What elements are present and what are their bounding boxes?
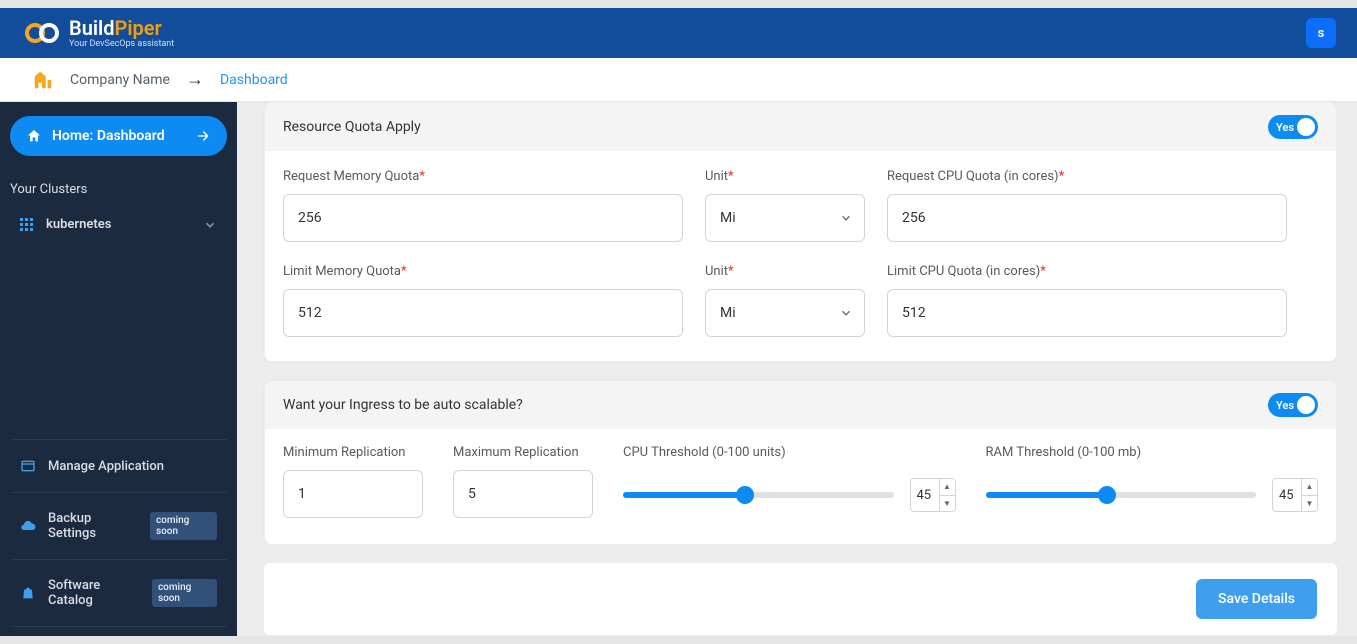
- request-memory-unit-label: Unit*: [705, 169, 865, 184]
- application-icon: [20, 458, 36, 474]
- sidebar-item-label: Backup Settings: [48, 511, 138, 541]
- request-memory-unit-select[interactable]: Mi: [705, 194, 865, 242]
- limit-memory-unit-label: Unit*: [705, 264, 865, 279]
- request-memory-label: Request Memory Quota*: [283, 169, 683, 184]
- main-content: Resource Quota Apply Yes Request Memory …: [237, 102, 1357, 636]
- sidebar-section-label: Your Clusters: [10, 182, 227, 197]
- toggle-label: Yes: [1276, 399, 1294, 412]
- catalog-bag-icon: [20, 585, 36, 601]
- sidebar: Home: Dashboard Your Clusters kubernetes…: [0, 102, 237, 636]
- max-replication-input[interactable]: [453, 470, 593, 518]
- auto-scalable-card: Want your Ingress to be auto scalable? Y…: [264, 380, 1337, 545]
- card-title: Resource Quota Apply: [283, 119, 421, 135]
- breadcrumb-bar: Company Name → Dashboard: [0, 58, 1357, 102]
- card-title: Want your Ingress to be auto scalable?: [283, 397, 523, 413]
- min-replication-label: Minimum Replication: [283, 445, 423, 460]
- cpu-threshold-label: CPU Threshold (0-100 units): [623, 445, 956, 460]
- sidebar-item-backup-settings[interactable]: Backup Settings coming soon: [10, 492, 227, 559]
- sidebar-cluster-item[interactable]: kubernetes: [10, 211, 227, 238]
- request-memory-input[interactable]: [283, 194, 683, 242]
- min-replication-input[interactable]: [283, 470, 423, 518]
- save-details-button[interactable]: Save Details: [1196, 579, 1317, 619]
- spinner-up-button[interactable]: ▲: [939, 479, 955, 496]
- chevron-down-icon: [203, 218, 217, 232]
- sidebar-item-software-catalog[interactable]: Software Catalog coming soon: [10, 559, 227, 626]
- limit-memory-label: Limit Memory Quota*: [283, 264, 683, 279]
- sidebar-item-label: Software Catalog: [48, 578, 140, 608]
- ram-threshold-slider[interactable]: [986, 492, 1257, 498]
- breadcrumb-company: Company Name: [70, 72, 170, 88]
- coming-soon-badge: coming soon: [150, 512, 217, 540]
- resource-quota-toggle[interactable]: Yes: [1268, 115, 1318, 139]
- limit-memory-input[interactable]: [283, 289, 683, 337]
- toggle-knob-icon: [1297, 118, 1315, 136]
- home-dashboard-button[interactable]: Home: Dashboard: [10, 116, 227, 156]
- cluster-name: kubernetes: [46, 217, 111, 232]
- spinner-down-button[interactable]: ▼: [939, 496, 955, 512]
- brand-tagline: Your DevSecOps assistant: [69, 40, 174, 49]
- form-footer: Save Details: [264, 563, 1337, 635]
- limit-cpu-label: Limit CPU Quota (in cores)*: [887, 264, 1287, 279]
- slider-thumb-icon: [1098, 486, 1116, 504]
- breadcrumb-page-link[interactable]: Dashboard: [220, 72, 288, 88]
- top-bar: BuildPiper Your DevSecOps assistant s: [0, 8, 1357, 58]
- max-replication-label: Maximum Replication: [453, 445, 593, 460]
- spinner-up-button[interactable]: ▲: [1301, 479, 1317, 496]
- brand-name-a: Build: [69, 16, 115, 40]
- sidebar-item-manage-application[interactable]: Manage Application: [10, 439, 227, 492]
- brand-logo[interactable]: BuildPiper Your DevSecOps assistant: [23, 18, 174, 49]
- toggle-knob-icon: [1297, 396, 1315, 414]
- resource-quota-card: Resource Quota Apply Yes Request Memory …: [264, 102, 1337, 362]
- limit-memory-unit-select[interactable]: Mi: [705, 289, 865, 337]
- home-icon: [26, 128, 42, 144]
- user-avatar-button[interactable]: s: [1306, 18, 1336, 48]
- sidebar-item-truncated[interactable]: [10, 626, 227, 636]
- home-label: Home: Dashboard: [52, 128, 165, 144]
- logo-rings-icon: [23, 21, 63, 45]
- ram-threshold-label: RAM Threshold (0-100 mb): [986, 445, 1319, 460]
- request-cpu-input[interactable]: [887, 194, 1287, 242]
- toggle-label: Yes: [1276, 121, 1294, 134]
- auto-scalable-header: Want your Ingress to be auto scalable? Y…: [265, 381, 1336, 429]
- coming-soon-badge: coming soon: [152, 579, 217, 607]
- company-building-icon: [32, 69, 54, 91]
- arrow-right-icon: [195, 128, 211, 144]
- apps-grid-icon: [20, 218, 34, 232]
- breadcrumb-arrow-icon: →: [186, 69, 204, 90]
- limit-cpu-input[interactable]: [887, 289, 1287, 337]
- spinner-down-button[interactable]: ▼: [1301, 496, 1317, 512]
- request-cpu-label: Request CPU Quota (in cores)*: [887, 169, 1287, 184]
- backup-cloud-icon: [20, 518, 36, 534]
- slider-thumb-icon: [736, 486, 754, 504]
- resource-quota-header: Resource Quota Apply Yes: [265, 103, 1336, 151]
- sidebar-item-label: Manage Application: [48, 459, 164, 474]
- brand-name-b: Piper: [115, 16, 162, 40]
- cpu-threshold-slider[interactable]: [623, 492, 894, 498]
- auto-scalable-toggle[interactable]: Yes: [1268, 393, 1318, 417]
